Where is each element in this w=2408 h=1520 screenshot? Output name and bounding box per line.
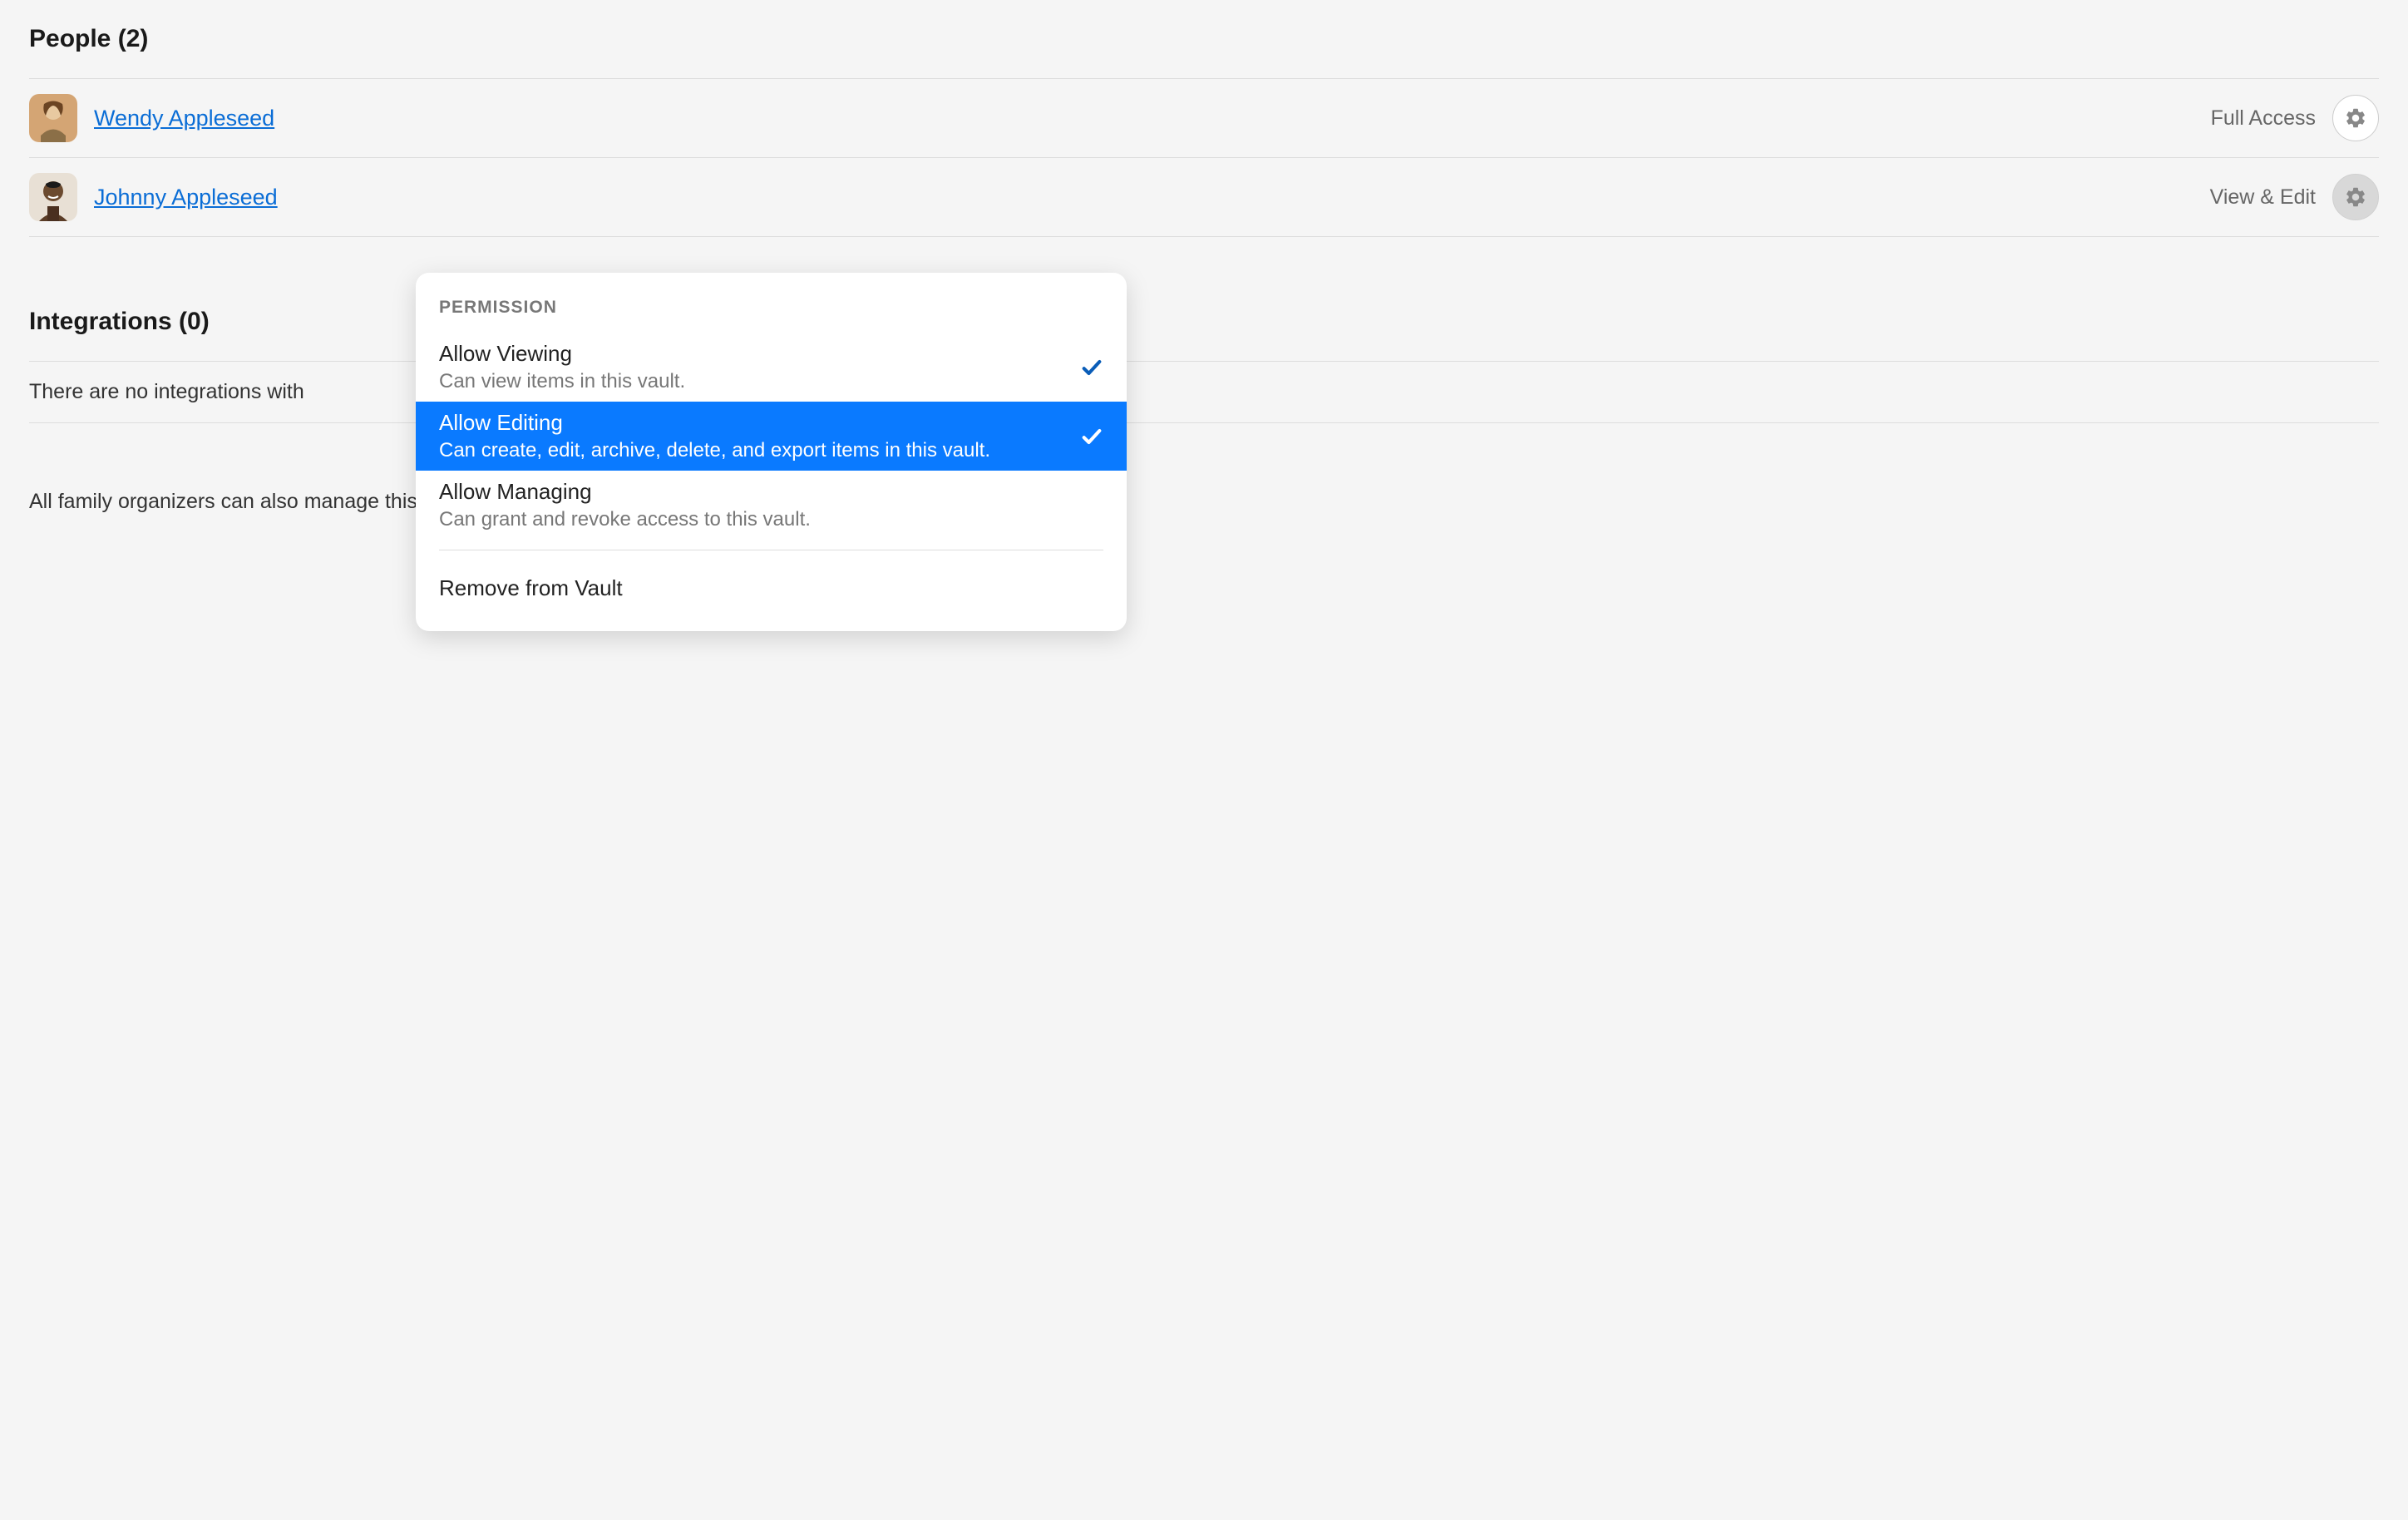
dropdown-header: PERMISSION bbox=[416, 288, 1127, 333]
checkmark-icon bbox=[1080, 356, 1103, 379]
dropdown-item-title: Allow Managing bbox=[439, 479, 1103, 505]
gear-icon bbox=[2344, 106, 2367, 130]
permission-allow-managing[interactable]: Allow Managing Can grant and revoke acce… bbox=[416, 471, 1127, 540]
footer-text: All family organizers can also manage th… bbox=[29, 490, 2379, 514]
permission-allow-viewing[interactable]: Allow Viewing Can view items in this vau… bbox=[416, 333, 1127, 402]
person-row: Johnny Appleseed View & Edit bbox=[29, 158, 2379, 237]
permission-allow-editing[interactable]: Allow Editing Can create, edit, archive,… bbox=[416, 402, 1127, 471]
gear-button[interactable] bbox=[2332, 174, 2379, 220]
dropdown-item-title: Allow Viewing bbox=[439, 341, 1103, 367]
integrations-empty-text: There are no integrations with bbox=[29, 361, 2379, 423]
people-heading: People (2) bbox=[29, 25, 2379, 53]
access-label: Full Access bbox=[2211, 106, 2316, 131]
avatar bbox=[29, 173, 77, 221]
integrations-heading: Integrations (0) bbox=[29, 308, 2379, 336]
dropdown-item-title: Remove from Vault bbox=[439, 569, 1103, 611]
person-name-link[interactable]: Johnny Appleseed bbox=[94, 185, 2210, 210]
remove-from-vault[interactable]: Remove from Vault bbox=[416, 560, 1127, 623]
avatar bbox=[29, 94, 77, 142]
gear-button[interactable] bbox=[2332, 95, 2379, 141]
dropdown-item-desc: Can create, edit, archive, delete, and e… bbox=[439, 439, 1103, 462]
access-label: View & Edit bbox=[2210, 185, 2316, 210]
integrations-section: Integrations (0) There are no integratio… bbox=[29, 308, 2379, 423]
dropdown-item-title: Allow Editing bbox=[439, 410, 1103, 436]
person-row: Wendy Appleseed Full Access bbox=[29, 79, 2379, 158]
checkmark-icon bbox=[1080, 425, 1103, 448]
person-name-link[interactable]: Wendy Appleseed bbox=[94, 106, 2211, 131]
dropdown-item-desc: Can view items in this vault. bbox=[439, 370, 1103, 393]
permission-dropdown: PERMISSION Allow Viewing Can view items … bbox=[416, 273, 1127, 631]
people-list: Wendy Appleseed Full Access Johnny A bbox=[29, 78, 2379, 237]
dropdown-item-desc: Can grant and revoke access to this vaul… bbox=[439, 508, 1103, 531]
gear-icon bbox=[2344, 185, 2367, 209]
